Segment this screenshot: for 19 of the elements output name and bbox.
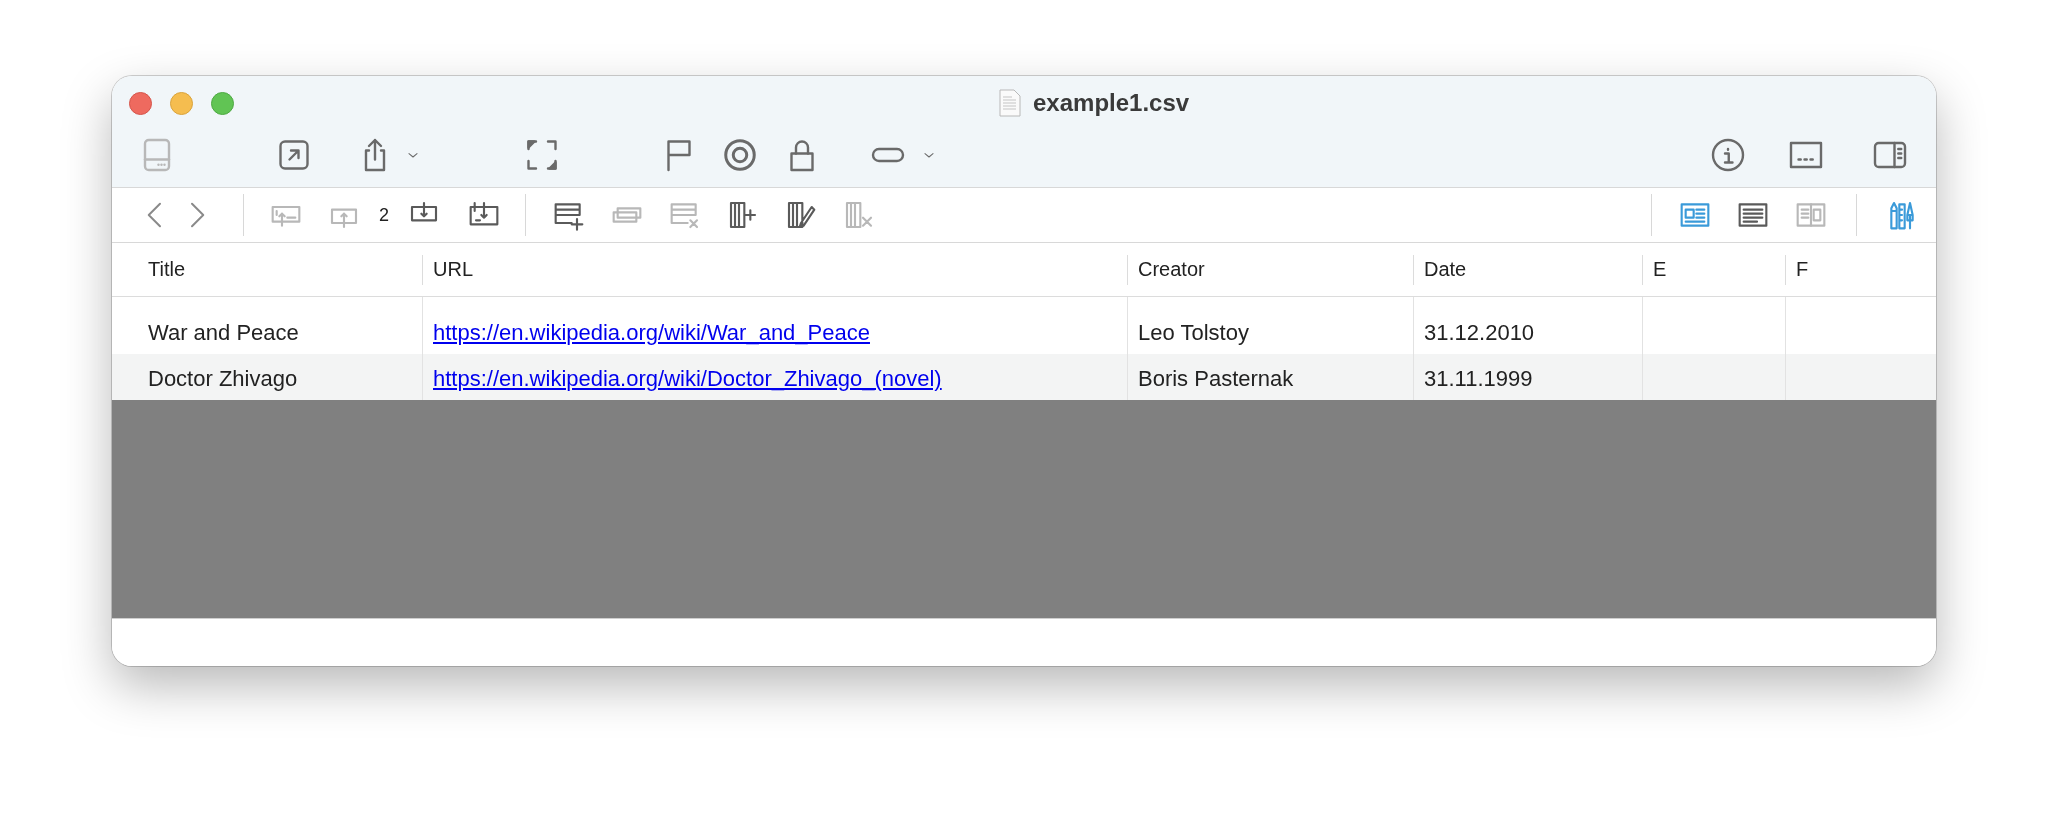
close-button[interactable] — [129, 91, 152, 115]
info-icon[interactable] — [1710, 137, 1746, 173]
table-cell: Boris Pasternak — [1127, 354, 1413, 400]
table-cell: 31.11.1999 — [1413, 354, 1642, 400]
document-icon — [999, 89, 1021, 117]
url-link[interactable]: https://en.wikipedia.org/wiki/Doctor_Zhivago_(novel) — [433, 366, 942, 392]
column-header[interactable]: URL — [422, 254, 473, 285]
crop-icon[interactable] — [524, 137, 560, 173]
page-number: 2 — [379, 204, 389, 226]
url-link[interactable]: https://en.wikipedia.org/wiki/War_and_Peace — [433, 320, 870, 346]
column-header[interactable]: Date — [1413, 254, 1467, 285]
open-external-icon[interactable] — [276, 137, 312, 173]
table-cell: Doctor Zhivago — [112, 354, 422, 400]
target-icon[interactable] — [722, 137, 758, 173]
column-header[interactable]: F — [1785, 254, 1809, 285]
column-header[interactable]: Creator — [1127, 254, 1205, 285]
column-header[interactable]: E — [1642, 254, 1667, 285]
window-title: example1.csv — [1033, 89, 1190, 117]
column-header[interactable]: Title — [112, 254, 186, 285]
